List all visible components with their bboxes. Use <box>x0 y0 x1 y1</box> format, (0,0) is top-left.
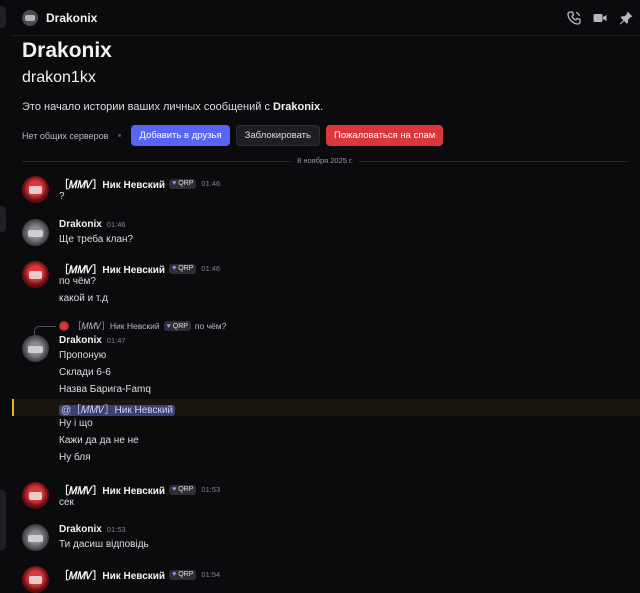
username[interactable]: Drakonix <box>59 335 102 346</box>
username[interactable]: Drakonix <box>59 524 102 535</box>
intro-actions: Нет общих серверов Добавить в друзья Заб… <box>22 125 449 146</box>
intro-desc-text: Это начало истории ваших личных сообщени… <box>22 101 274 113</box>
message-text: сек <box>59 497 74 508</box>
server-list-item[interactable] <box>0 490 6 550</box>
message-header: ［𝑀𝑀𝑉］Ник Невский ♥ QRP 01:46 <box>59 261 220 276</box>
intro-username: drakon1kx <box>22 69 96 86</box>
message-header: Drakonix 01:47 <box>59 335 126 346</box>
message-text: Кажи да да не не <box>59 435 139 446</box>
message-header: Drakonix 01:46 <box>59 219 126 230</box>
clan-tag-text: QRP <box>178 571 194 578</box>
video-icon[interactable] <box>592 10 608 26</box>
user-mention[interactable]: @［𝑀𝑀𝑉］Ник Невский <box>59 405 176 416</box>
timestamp[interactable]: 01:46 <box>201 264 220 273</box>
message-text: Ну і що <box>59 418 93 429</box>
clan-tag-badge[interactable]: ♥ QRP <box>169 263 197 274</box>
avatar[interactable] <box>22 566 49 593</box>
avatar[interactable] <box>22 335 49 362</box>
message-text: ? <box>59 191 65 202</box>
message-text: Ще треба клан? <box>59 234 134 245</box>
intro-desc-end: . <box>320 101 324 113</box>
no-mutual-servers: Нет общих серверов <box>22 130 109 141</box>
server-list-edge <box>0 0 12 582</box>
block-button[interactable]: Заблокировать <box>235 125 320 146</box>
clan-tag-badge[interactable]: ♥ QRP <box>169 484 197 495</box>
timestamp[interactable]: 01:54 <box>201 570 220 579</box>
reply-avatar <box>59 321 69 331</box>
avatar[interactable] <box>22 261 49 288</box>
avatar[interactable] <box>22 524 49 551</box>
message-text: какой и т.д <box>59 293 109 304</box>
clan-tag-text: QRP <box>178 180 194 187</box>
message-header: Drakonix 01:53 <box>59 524 126 535</box>
username[interactable]: ［𝑀𝑀𝑉］Ник Невский <box>59 176 165 191</box>
avatar[interactable] <box>22 176 49 203</box>
intro-description: Это начало истории ваших личных сообщени… <box>22 101 323 113</box>
message-text: Ну бля <box>59 452 91 463</box>
username[interactable]: Drakonix <box>59 219 102 230</box>
intro-display-name: Drakonix <box>22 39 112 62</box>
message-header: ［𝑀𝑀𝑉］Ник Невский ♥ QRP 01:46 <box>59 176 220 191</box>
timestamp[interactable]: 01:46 <box>107 220 126 229</box>
clan-tag-text: QRP <box>178 486 194 493</box>
avatar[interactable] <box>22 219 49 246</box>
message-text: по чём? <box>59 276 96 287</box>
timestamp[interactable]: 01:53 <box>107 525 126 534</box>
timestamp[interactable]: 01:46 <box>201 179 220 188</box>
message-text: Ти дасиш відповідь <box>59 539 149 550</box>
header-toolbar <box>566 10 634 26</box>
phone-icon[interactable] <box>566 10 582 26</box>
date-divider-label: 8 ноября 2025 г. <box>291 156 359 165</box>
header-title[interactable]: Drakonix <box>46 11 97 25</box>
message-text: Пропоную <box>59 350 107 361</box>
reply-username[interactable]: ［𝑀𝑀𝑉］Ник Невский <box>73 320 160 332</box>
heart-icon: ♥ <box>166 322 171 330</box>
clan-tag-badge[interactable]: ♥ QRP <box>169 178 197 189</box>
timestamp[interactable]: 01:47 <box>107 336 126 345</box>
reply-text: по чём? <box>194 321 227 331</box>
username[interactable]: ［𝑀𝑀𝑉］Ник Невский <box>59 261 165 276</box>
clan-tag-text: QRP <box>172 322 188 330</box>
clan-tag-text: QRP <box>178 265 194 272</box>
heart-icon: ♥ <box>172 571 177 578</box>
intro-desc-name: Drakonix <box>273 101 321 113</box>
message-header: ［𝑀𝑀𝑉］Ник Невский ♥ QRP 01:54 <box>59 567 220 582</box>
heart-icon: ♥ <box>172 180 177 187</box>
server-list-item[interactable] <box>0 206 6 232</box>
message-text: @［𝑀𝑀𝑉］Ник Невский <box>59 401 176 416</box>
reply-spine <box>34 326 56 335</box>
message-text: Склади 6-6 <box>59 367 111 378</box>
chat-area: Drakonix drakon1kx Это начало истории ва… <box>12 37 640 593</box>
avatar[interactable] <box>22 482 49 509</box>
username[interactable]: ［𝑀𝑀𝑉］Ник Невский <box>59 567 165 582</box>
server-list-item[interactable] <box>0 6 6 28</box>
add-friend-button[interactable]: Добавить в друзья <box>131 125 230 146</box>
dm-header: Drakonix <box>12 0 640 36</box>
heart-icon: ♥ <box>172 486 177 493</box>
clan-tag-badge: ♥ QRP <box>163 321 191 331</box>
date-divider: 8 ноября 2025 г. <box>22 156 628 165</box>
header-avatar[interactable] <box>22 9 38 26</box>
timestamp[interactable]: 01:53 <box>201 485 220 494</box>
reply-preview[interactable]: ［𝑀𝑀𝑉］Ник Невский ♥ QRP по чём? <box>59 320 226 332</box>
heart-icon: ♥ <box>172 265 177 272</box>
username[interactable]: ［𝑀𝑀𝑉］Ник Невский <box>59 482 165 497</box>
report-spam-button[interactable]: Пожаловаться на спам <box>325 125 444 146</box>
message-text: Назва Барига-Famq <box>59 384 151 395</box>
message-header: ［𝑀𝑀𝑉］Ник Невский ♥ QRP 01:53 <box>59 482 220 497</box>
pin-icon[interactable] <box>618 10 634 26</box>
clan-tag-badge[interactable]: ♥ QRP <box>169 569 197 580</box>
separator-dot <box>118 134 122 137</box>
